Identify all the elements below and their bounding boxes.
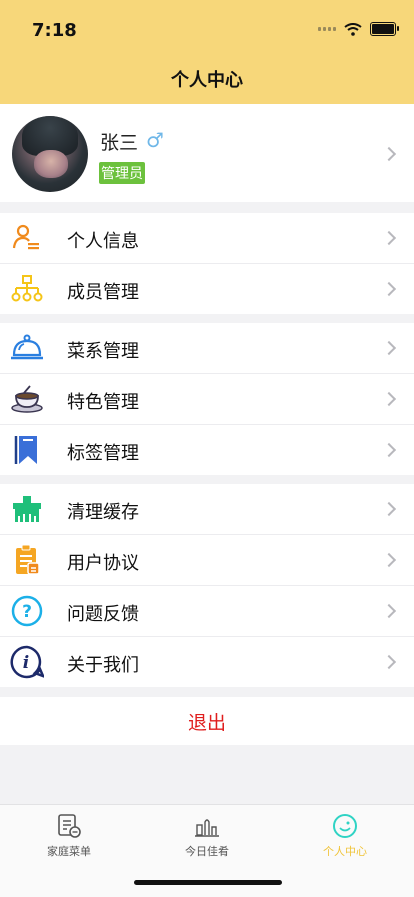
tab-today-dishes[interactable]: 今日佳肴 xyxy=(138,813,276,859)
tab-label: 今日佳肴 xyxy=(185,845,229,858)
status-icons xyxy=(318,22,399,36)
menu-item-label: 关于我们 xyxy=(67,655,139,676)
tab-label: 个人中心 xyxy=(323,845,367,858)
info-icon: i xyxy=(10,645,44,679)
chevron-right-icon xyxy=(381,281,397,297)
menu-item-label: 清理缓存 xyxy=(67,502,139,523)
smiley-icon xyxy=(332,813,358,839)
settings-group-food: 菜系管理 特色管理 标签管理 xyxy=(0,323,414,475)
menu-item-feedback[interactable]: ? 问题反馈 xyxy=(0,586,414,637)
clean-cache-icon xyxy=(10,493,44,525)
chevron-right-icon xyxy=(381,146,397,162)
menu-item-cuisine-management[interactable]: 菜系管理 xyxy=(0,323,414,374)
menu-item-label: 菜系管理 xyxy=(67,341,139,362)
chevron-right-icon xyxy=(381,501,397,517)
svg-text:?: ? xyxy=(22,602,32,622)
chevron-right-icon xyxy=(381,603,397,619)
chevron-right-icon xyxy=(381,230,397,246)
male-gender-icon: ♂ xyxy=(146,128,164,152)
menu-item-label: 用户协议 xyxy=(67,553,139,574)
wifi-icon xyxy=(344,22,362,36)
tab-label: 家庭菜单 xyxy=(47,845,91,858)
user-info-icon xyxy=(10,222,44,254)
coffee-cup-icon xyxy=(10,383,44,415)
menu-item-label: 成员管理 xyxy=(67,282,139,303)
menu-item-label: 标签管理 xyxy=(67,443,139,464)
logout-button[interactable]: 退出 xyxy=(0,697,414,745)
menu-item-label: 个人信息 xyxy=(67,231,139,252)
profile-name: 张三 xyxy=(100,132,139,154)
signal-icon xyxy=(318,27,336,31)
chevron-right-icon xyxy=(381,654,397,670)
chevron-right-icon xyxy=(381,391,397,407)
profile-card[interactable]: 张三 ♂ 管理员 xyxy=(0,104,414,202)
menu-item-label: 问题反馈 xyxy=(67,604,139,625)
food-cloche-icon xyxy=(10,332,44,364)
page-title: 个人中心 xyxy=(171,70,243,91)
menu-item-clear-cache[interactable]: 清理缓存 xyxy=(0,484,414,535)
status-time: 7:18 xyxy=(32,20,77,41)
bookmark-icon xyxy=(10,434,44,466)
menu-item-member-management[interactable]: 成员管理 xyxy=(0,264,414,314)
battery-icon xyxy=(370,22,399,36)
clipboard-icon xyxy=(10,544,44,576)
menu-doc-icon xyxy=(56,813,82,839)
chevron-right-icon xyxy=(381,340,397,356)
menu-item-label: 特色管理 xyxy=(67,392,139,413)
dining-icon xyxy=(194,813,220,839)
tab-family-menu[interactable]: 家庭菜单 xyxy=(0,813,138,859)
home-indicator[interactable] xyxy=(134,880,282,885)
org-chart-icon xyxy=(10,273,44,305)
role-badge: 管理员 xyxy=(99,162,145,184)
chevron-right-icon xyxy=(381,552,397,568)
avatar[interactable] xyxy=(12,116,88,192)
settings-group-system: 清理缓存 用户协议 ? 问题反馈 i 关于我们 xyxy=(0,484,414,687)
menu-item-tag-management[interactable]: 标签管理 xyxy=(0,425,414,475)
settings-group-account: 个人信息 成员管理 xyxy=(0,213,414,314)
menu-item-personal-info[interactable]: 个人信息 xyxy=(0,213,414,264)
chevron-right-icon xyxy=(381,442,397,458)
tab-personal-center[interactable]: 个人中心 xyxy=(276,813,414,859)
menu-item-about-us[interactable]: i 关于我们 xyxy=(0,637,414,687)
menu-item-user-agreement[interactable]: 用户协议 xyxy=(0,535,414,586)
header: 7:18 个人中心 xyxy=(0,0,414,104)
menu-item-specialty-management[interactable]: 特色管理 xyxy=(0,374,414,425)
question-icon: ? xyxy=(10,595,44,627)
svg-text:i: i xyxy=(23,653,29,673)
